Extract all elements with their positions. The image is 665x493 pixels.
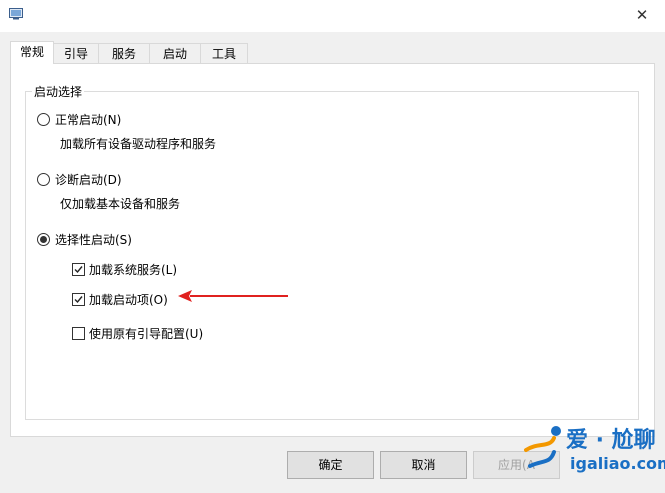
- tab-boot[interactable]: 引导: [53, 43, 99, 63]
- load-startup-items-label[interactable]: 加载启动项(O): [89, 291, 168, 308]
- tab-startup[interactable]: 启动: [149, 43, 201, 63]
- load-system-services-checkbox[interactable]: [72, 263, 85, 276]
- diagnostic-startup-radio[interactable]: [37, 173, 50, 186]
- startup-selection-title: 启动选择: [32, 83, 85, 100]
- normal-startup-label[interactable]: 正常启动(N): [55, 111, 121, 128]
- tab-services[interactable]: 服务: [98, 43, 150, 63]
- diagnostic-startup-label[interactable]: 诊断启动(D): [55, 171, 122, 188]
- use-original-boot-config-label[interactable]: 使用原有引导配置(U): [89, 325, 203, 342]
- load-startup-items-checkbox[interactable]: [72, 293, 85, 306]
- tab-general[interactable]: 常规: [10, 41, 54, 64]
- close-icon[interactable]: ✕: [632, 6, 652, 24]
- normal-startup-radio[interactable]: [37, 113, 50, 126]
- checkmark-icon: [74, 266, 83, 274]
- selective-startup-label[interactable]: 选择性启动(S): [55, 231, 132, 248]
- msconfig-app-icon: [9, 8, 23, 20]
- watermark-url: igaliao.com: [570, 454, 665, 473]
- checkmark-icon: [74, 296, 83, 304]
- tab-tools[interactable]: 工具: [200, 43, 248, 63]
- diagnostic-startup-description: 仅加载基本设备和服务: [60, 197, 181, 211]
- watermark: 爱 · 尬聊 igaliao.com: [520, 420, 665, 490]
- watermark-brand: 爱 · 尬聊: [566, 428, 656, 453]
- red-arrow-annotation: [178, 290, 288, 302]
- use-original-boot-config-checkbox[interactable]: [72, 327, 85, 340]
- load-system-services-label[interactable]: 加载系统服务(L): [89, 261, 177, 278]
- cancel-button[interactable]: 取消: [380, 451, 467, 479]
- normal-startup-description: 加载所有设备驱动程序和服务: [60, 137, 217, 151]
- ok-button[interactable]: 确定: [287, 451, 374, 479]
- selective-startup-radio[interactable]: [37, 233, 50, 246]
- title-bar: ✕: [0, 0, 665, 32]
